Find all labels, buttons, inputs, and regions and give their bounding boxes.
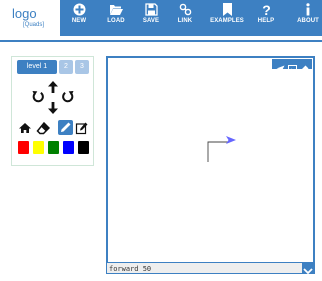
help-label: HELP — [257, 18, 275, 24]
load-button[interactable]: LOAD — [106, 3, 126, 35]
floppy-disk-icon — [144, 3, 158, 16]
arrow-up-icon — [48, 81, 58, 93]
question-icon: ? — [262, 3, 271, 16]
link-button[interactable]: LINK — [176, 3, 194, 35]
rotate-right-icon — [62, 91, 74, 103]
color-black-swatch[interactable] — [78, 141, 89, 154]
plus-circle-icon — [73, 3, 85, 16]
edit-icon — [75, 122, 88, 135]
folder-open-icon — [110, 5, 123, 15]
command-bar — [106, 262, 315, 275]
logo-word: logo — [12, 6, 37, 21]
info-icon — [306, 3, 310, 16]
about-label: ABOUT — [297, 18, 319, 24]
level-1-tab[interactable]: level 1 — [17, 60, 57, 74]
turtle-cursor — [226, 136, 236, 144]
save-button[interactable]: SAVE — [141, 3, 161, 35]
top-toolbar: logo [Quads] NEW LOAD SAVE LINK EXAMPLES… — [0, 0, 322, 36]
home-button[interactable] — [18, 121, 32, 135]
level-3-tab[interactable]: 3 — [75, 60, 89, 74]
pen-down-button[interactable] — [58, 120, 73, 135]
help-button[interactable]: ? HELP — [257, 3, 275, 35]
color-blue-swatch[interactable] — [63, 141, 74, 154]
controls-panel: level 1 2 3 — [11, 56, 94, 166]
svg-text:?: ? — [262, 3, 271, 16]
command-input[interactable] — [109, 264, 299, 273]
load-label: LOAD — [107, 18, 125, 24]
color-yellow-swatch[interactable] — [33, 141, 44, 154]
eraser-button[interactable] — [36, 121, 50, 135]
backward-arrow-button[interactable] — [46, 101, 60, 115]
forward-arrow-button[interactable] — [46, 80, 60, 94]
new-button[interactable]: NEW — [70, 3, 88, 35]
logo-subtitle: [Quads] — [23, 22, 45, 28]
arrow-down-icon — [48, 102, 58, 114]
link-label: LINK — [177, 18, 193, 24]
save-label: SAVE — [142, 18, 160, 24]
rotate-left-icon — [32, 91, 44, 103]
color-green-swatch[interactable] — [48, 141, 59, 154]
turn-right-button[interactable] — [61, 89, 75, 103]
turn-left-button[interactable] — [31, 89, 45, 103]
link-icon — [179, 3, 191, 16]
level-2-tab[interactable]: 2 — [59, 60, 73, 74]
home-icon — [19, 123, 31, 133]
header-divider-blue — [0, 40, 322, 42]
chevron-down-icon — [303, 268, 313, 275]
drawn-path — [207, 141, 228, 162]
pen-up-button[interactable] — [75, 121, 89, 135]
color-red-swatch[interactable] — [18, 141, 29, 154]
eraser-icon — [36, 121, 50, 135]
examples-label: EXAMPLES — [210, 18, 244, 24]
turtle-drawing — [207, 136, 236, 162]
drawing-canvas[interactable] — [106, 56, 315, 272]
command-expand-button[interactable] — [302, 263, 314, 275]
pencil-icon — [61, 122, 71, 132]
logo: logo [Quads] — [0, 0, 60, 36]
new-label: NEW — [71, 18, 87, 24]
examples-button[interactable]: EXAMPLES — [210, 3, 244, 35]
bookmark-icon — [222, 3, 232, 16]
about-button[interactable]: ABOUT — [296, 3, 320, 35]
